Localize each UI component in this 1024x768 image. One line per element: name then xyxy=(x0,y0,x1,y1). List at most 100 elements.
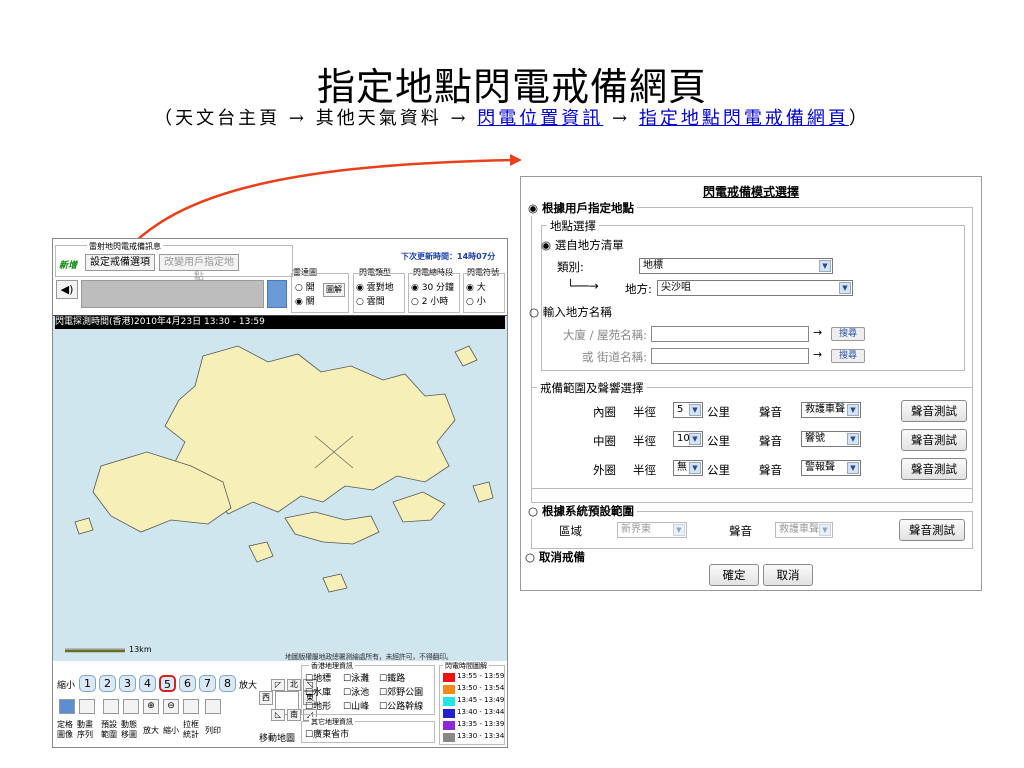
zoom-level-7[interactable]: 7 xyxy=(199,675,216,692)
chevron-down-icon: ▼ xyxy=(689,433,701,445)
freeze-frame-icon[interactable] xyxy=(59,699,75,714)
lightning-map[interactable]: 閃電探測時間(香港)2010年4月23日 13:30 - 13:59 13km … xyxy=(53,315,507,661)
mode1-radio[interactable]: ◉ 根據用戶指定地點 xyxy=(525,200,638,216)
location-select-title: 地點選擇 xyxy=(547,218,599,234)
geo-beach-checkbox[interactable]: ☐泳灘 xyxy=(343,671,369,684)
mode2-radio[interactable]: ○ 根據系統預設範圍 xyxy=(525,503,638,519)
geo-terrain-checkbox[interactable]: ☐地形 xyxy=(305,699,331,712)
other-geo-guangdong-checkbox[interactable]: ☐廣東省市 xyxy=(305,727,349,740)
geo-pool-label: 泳池 xyxy=(351,688,370,698)
mode3-radio[interactable]: ○ 取消戒備 xyxy=(525,549,585,565)
size-small-radio[interactable]: ○ 小 xyxy=(466,294,486,307)
pan-north-west-button[interactable]: ◸ xyxy=(271,679,285,691)
geo-highway-checkbox[interactable]: ☐公路幹線 xyxy=(379,699,423,712)
zoom-out-icon[interactable]: ⊖ xyxy=(163,699,179,714)
legend-label-1: 13:55 - 13:59 xyxy=(457,672,505,680)
set-alert-button[interactable]: 設定戒備選項 xyxy=(85,254,155,271)
mode3-label: 取消戒備 xyxy=(539,550,586,564)
geo-pool-checkbox[interactable]: ☐泳池 xyxy=(343,685,369,698)
place-select[interactable]: 尖沙咀 ▼ xyxy=(657,280,853,296)
geo-country-park-checkbox[interactable]: ☐郊野公園 xyxy=(379,685,423,698)
radar-on-radio[interactable]: ○ 開 xyxy=(295,280,315,293)
zoom-level-3[interactable]: 3 xyxy=(119,675,136,692)
outer-sound-select[interactable]: 警報聲 ▼ xyxy=(801,460,861,476)
message-nav-button[interactable] xyxy=(267,280,287,308)
zoom-level-2[interactable]: 2 xyxy=(99,675,116,692)
confirm-button[interactable]: 確定 xyxy=(709,564,759,586)
street-search-button[interactable]: 搜尋 xyxy=(831,349,865,363)
inner-radius-select[interactable]: 5 ▼ xyxy=(673,402,703,418)
default-sound-select[interactable]: 救護車聲 ▼ xyxy=(775,522,833,538)
geo-country-park-label: 郊野公園 xyxy=(387,688,424,698)
pan-south-west-button[interactable]: ◺ xyxy=(271,709,285,721)
input-name-label: 輸入地方名稱 xyxy=(542,305,612,319)
from-list-radio[interactable]: ◉ 選自地方清單 xyxy=(541,237,624,253)
building-input[interactable] xyxy=(651,326,809,342)
period-group xyxy=(408,273,460,313)
geo-info-title: 香港地理資訊 xyxy=(309,661,355,671)
chevron-down-icon: ▼ xyxy=(819,260,831,272)
zoom-in-label: 放大 xyxy=(239,681,258,691)
default-sound-test-button[interactable]: 聲音測試 xyxy=(899,519,965,541)
outer-sound-test-button[interactable]: 聲音測試 xyxy=(901,458,967,480)
home-icon[interactable] xyxy=(103,699,119,714)
geo-peak-label: 山峰 xyxy=(351,702,370,712)
zoom-in-icon[interactable]: ⊕ xyxy=(143,699,159,714)
printer-icon[interactable] xyxy=(205,699,221,714)
middle-radius-select[interactable]: 10 ▼ xyxy=(673,431,703,447)
pan-south-button[interactable]: 南 xyxy=(287,709,301,721)
small-island xyxy=(454,345,478,367)
inner-ring-label: 內圈 xyxy=(593,405,616,419)
zoom-level-5-selected[interactable]: 5 xyxy=(159,675,176,692)
type-cc-radio[interactable]: ○ 雲間 xyxy=(356,294,385,307)
period-2h-radio[interactable]: ○ 2 小時 xyxy=(411,294,448,307)
zoom-level-6[interactable]: 6 xyxy=(179,675,196,692)
speaker-icon[interactable]: ◀) xyxy=(56,280,78,299)
middle-sound-select[interactable]: 響號 ▼ xyxy=(801,431,861,447)
inner-sound-select[interactable]: 救護車聲 ▼ xyxy=(801,402,861,418)
zoom-level-1[interactable]: 1 xyxy=(79,675,96,692)
pan-north-button[interactable]: 北 xyxy=(287,679,301,691)
geo-reservoir-checkbox[interactable]: ☐水庫 xyxy=(305,685,331,698)
tool-pan-label: 動態移圖 xyxy=(121,720,137,739)
street-input[interactable] xyxy=(651,348,809,364)
radius-label: 半徑 xyxy=(633,463,656,477)
period-30-radio[interactable]: ◉ 30 分鐘 xyxy=(411,280,454,293)
size-small-label: 小 xyxy=(476,297,486,307)
inner-sound-test-button[interactable]: 聲音測試 xyxy=(901,400,967,422)
size-large-radio[interactable]: ◉ 大 xyxy=(466,280,486,293)
middle-sound-test-button[interactable]: 聲音測試 xyxy=(901,429,967,451)
legend-label-2: 13:50 - 13:54 xyxy=(457,684,505,692)
lamma-island xyxy=(248,541,274,563)
input-name-radio[interactable]: ○ 輸入地方名稱 xyxy=(529,304,612,320)
change-location-button[interactable]: 改變用戶指定地點 xyxy=(159,254,239,283)
geo-peak-checkbox[interactable]: ☐山峰 xyxy=(343,699,369,712)
radar-off-radio[interactable]: ◉ 關 xyxy=(295,294,315,307)
box-stats-icon[interactable] xyxy=(183,699,199,714)
building-search-button[interactable]: 搜尋 xyxy=(831,327,865,341)
animation-icon[interactable] xyxy=(79,699,95,714)
category-label: 類別: xyxy=(557,260,584,274)
pan-hand-icon[interactable] xyxy=(123,699,139,714)
outer-radius-select[interactable]: 無 ▼ xyxy=(673,460,703,476)
zoom-level-4[interactable]: 4 xyxy=(139,675,156,692)
arrow-right-icon: → xyxy=(813,326,823,339)
next-update-time: 下次更新時間：14時07分 xyxy=(401,252,496,261)
zoom-level-8[interactable]: 8 xyxy=(219,675,236,692)
pan-map-label: 移動地圖 xyxy=(259,734,296,744)
geo-landmark-checkbox[interactable]: ☐地標 xyxy=(305,671,331,684)
pan-west-button[interactable]: 西 xyxy=(259,691,273,705)
middle-ring-label: 中圈 xyxy=(593,434,616,448)
geo-railway-checkbox[interactable]: ☐鐵路 xyxy=(379,671,405,684)
legend-label-6: 13:30 - 13:34 xyxy=(457,732,505,740)
arrow-right-icon: → xyxy=(813,348,823,361)
tool-zoomin-label: 放大 xyxy=(143,726,159,735)
region-select[interactable]: 新界東 ▼ xyxy=(617,522,687,538)
category-select[interactable]: 地標 ▼ xyxy=(639,258,833,274)
zoom-out-label: 縮小 xyxy=(57,681,76,691)
legend-swatch-3 xyxy=(443,697,455,706)
radar-legend-button[interactable]: 圖解 xyxy=(323,283,345,297)
cancel-button[interactable]: 取消 xyxy=(763,564,813,586)
type-cg-radio[interactable]: ◉ 雲對地 xyxy=(356,280,394,293)
street-label: 或 街道名稱: xyxy=(581,350,647,364)
